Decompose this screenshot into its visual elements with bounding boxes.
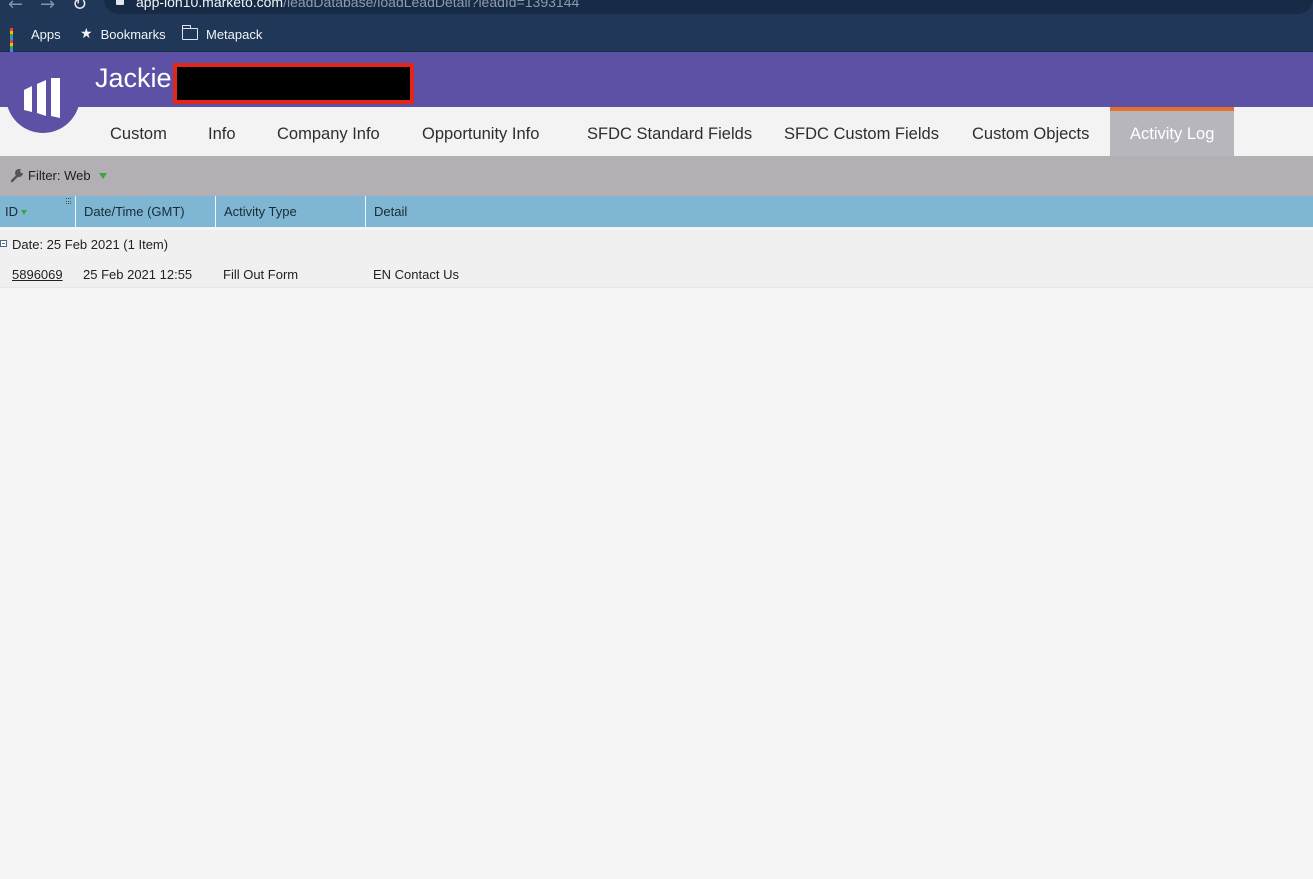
- sort-arrow-icon[interactable]: [21, 210, 27, 216]
- redacted-lead-surname: [173, 63, 414, 104]
- tab-activity-log[interactable]: Activity Log: [1110, 107, 1234, 156]
- tab-bar: Custom Info Company Info Opportunity Inf…: [0, 107, 1313, 156]
- activity-id-link[interactable]: 5896069: [12, 267, 63, 282]
- chevron-down-icon[interactable]: [98, 172, 107, 179]
- bookmark-label: Apps: [31, 26, 61, 42]
- bookmark-metapack[interactable]: Metapack: [181, 25, 263, 42]
- column-label: ID: [5, 204, 18, 219]
- tab-sfdc-standard-fields[interactable]: SFDC Standard Fields: [567, 107, 772, 156]
- marketo-logo-icon: [24, 78, 60, 118]
- tab-sfdc-custom-fields[interactable]: SFDC Custom Fields: [764, 107, 959, 156]
- tab-custom-objects[interactable]: Custom Objects: [952, 107, 1109, 156]
- filter-dropdown[interactable]: Filter: Web: [10, 168, 107, 183]
- date-group-row: Date: 25 Feb 2021 (1 Item): [0, 230, 1313, 258]
- grid-body: [0, 288, 1313, 879]
- bookmarks-bar: Apps ★ Bookmarks Metapack: [0, 16, 1313, 55]
- lock-icon[interactable]: [116, 0, 124, 5]
- folder-icon: [181, 25, 198, 40]
- bookmark-label: Bookmarks: [100, 26, 166, 42]
- activity-type: Fill Out Form: [223, 267, 299, 282]
- table-row[interactable]: 5896069 25 Feb 2021 12:55 Fill Out Form …: [0, 258, 1313, 288]
- url-text[interactable]: app-lon10.marketo.com/leadDatabase/loadL…: [136, 0, 579, 10]
- star-icon: ★: [80, 26, 93, 42]
- bookmark-label: Metapack: [206, 26, 263, 42]
- tab-custom[interactable]: Custom: [90, 107, 187, 156]
- url-path: /leadDatabase/loadLeadDetail?leadId=1393…: [283, 0, 580, 10]
- activity-detail: EN Contact Us: [373, 267, 459, 282]
- column-activity-type[interactable]: Activity Type: [216, 196, 365, 227]
- filter-label: Filter: Web: [28, 168, 91, 183]
- column-menu-icon[interactable]: [66, 198, 73, 205]
- back-arrow-icon[interactable]: ←: [8, 0, 23, 15]
- column-id[interactable]: ID: [0, 196, 75, 227]
- collapse-icon[interactable]: [0, 240, 7, 247]
- marketo-logo[interactable]: [6, 59, 80, 133]
- reload-icon[interactable]: ↻: [72, 0, 87, 15]
- forward-arrow-icon[interactable]: →: [40, 0, 55, 15]
- bookmark-apps[interactable]: Apps: [10, 26, 61, 55]
- activity-datetime: 25 Feb 2021 12:55: [83, 267, 193, 282]
- bookmark-bookmarks[interactable]: ★ Bookmarks: [80, 26, 166, 42]
- column-datetime[interactable]: Date/Time (GMT): [76, 196, 215, 227]
- browser-toolbar: ← → ↻ app-lon10.marketo.com/leadDatabase…: [0, 0, 1313, 16]
- apps-grid-icon: [10, 27, 23, 55]
- filter-bar: Filter: Web: [0, 156, 1313, 196]
- wrench-icon: [10, 169, 23, 183]
- group-label: Date: 25 Feb 2021 (1 Item): [12, 237, 169, 252]
- grid-header: ID Date/Time (GMT) Activity Type Detail: [0, 196, 1313, 227]
- tab-info[interactable]: Info: [188, 107, 256, 156]
- tab-opportunity-info[interactable]: Opportunity Info: [402, 107, 559, 156]
- url-host: app-lon10.marketo.com: [136, 0, 284, 10]
- tab-company-info[interactable]: Company Info: [257, 107, 400, 156]
- lead-name: Jackie: [95, 63, 172, 93]
- column-detail[interactable]: Detail: [366, 196, 666, 227]
